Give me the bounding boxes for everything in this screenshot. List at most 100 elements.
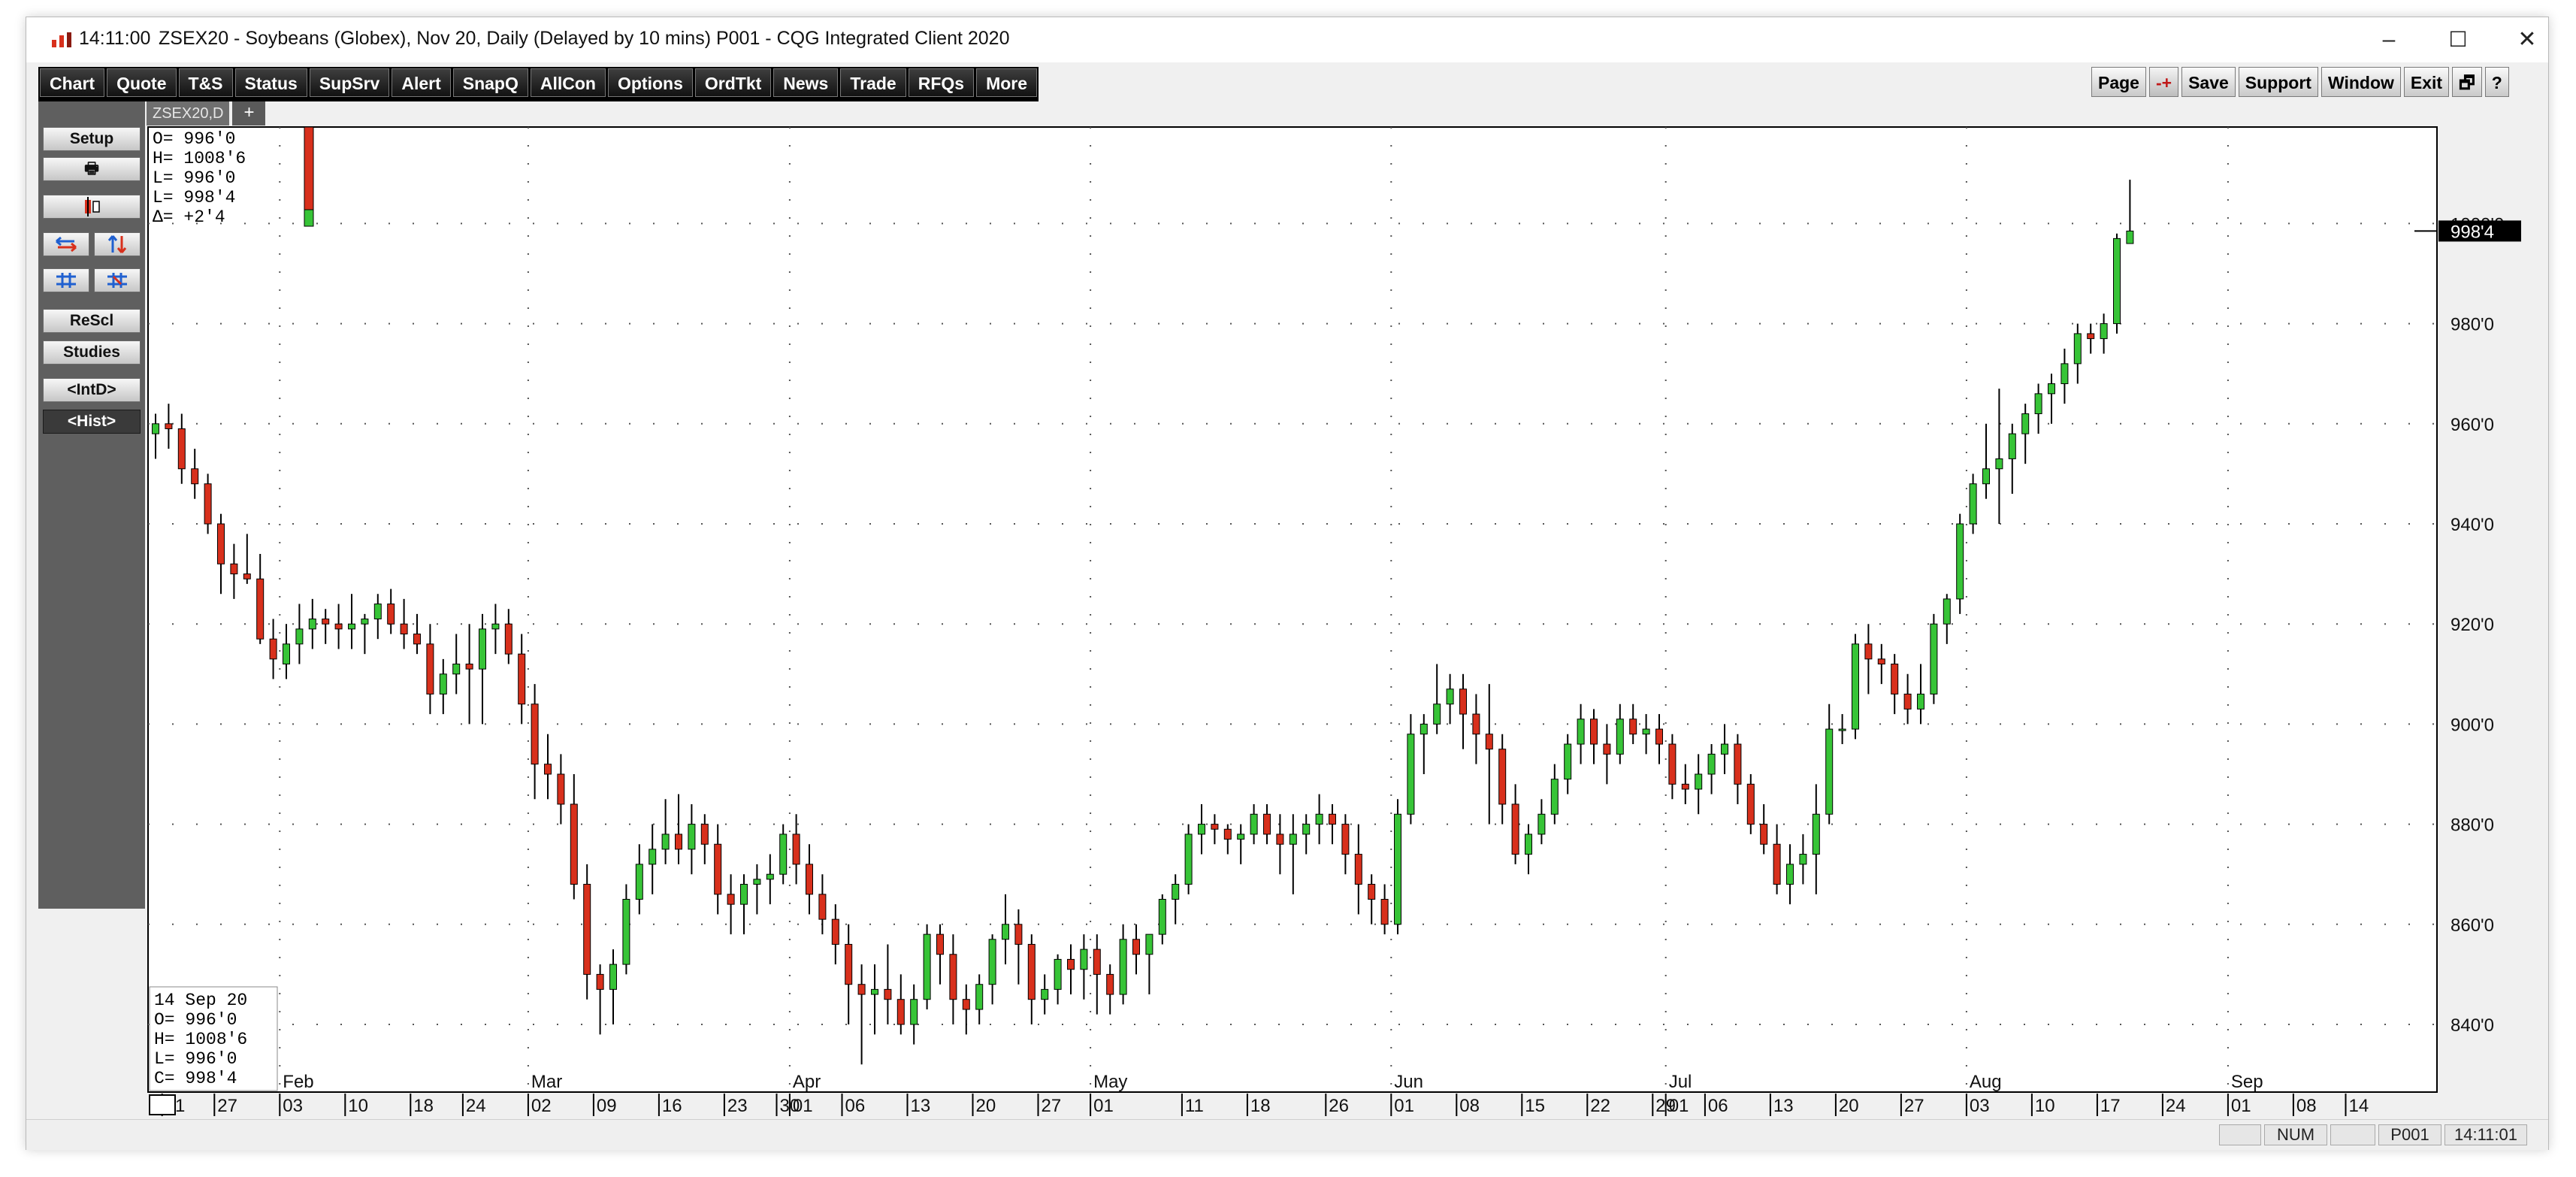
scroll-thumb[interactable] — [149, 1094, 176, 1115]
print-icon[interactable]: 🖶 — [43, 157, 141, 181]
candle-body — [1433, 703, 1441, 725]
add-tab-button[interactable]: + — [232, 101, 266, 126]
scroll-vertical-icon[interactable] — [94, 232, 141, 256]
status-empty-cell — [2219, 1124, 2261, 1145]
menu-trade-button[interactable]: Trade — [840, 68, 906, 97]
zoom-horizontal-icon[interactable] — [43, 268, 89, 292]
candle-body — [1472, 713, 1480, 735]
candle-body — [308, 619, 316, 630]
candle-body — [649, 849, 657, 865]
price-chart[interactable]: 840'0 860'0 880'0 900'0 920'0 940'0 960'0 980'0… — [147, 126, 2521, 1116]
candle-body — [413, 634, 421, 645]
x-month-label: Aug — [1970, 1072, 2002, 1092]
x-day-label: 27 — [217, 1096, 237, 1116]
menu-supsrv-button[interactable]: SupSrv — [309, 68, 390, 97]
window-button[interactable]: Window — [2321, 67, 2401, 97]
candle-body — [871, 988, 878, 995]
x-day-label: 27 — [1904, 1096, 1924, 1116]
x-month-label: Sep — [2231, 1072, 2263, 1092]
status-empty-cell-2 — [2330, 1124, 2375, 1145]
page-button[interactable]: Page — [2091, 67, 2146, 97]
status-bar: NUM P001 14:11:01 — [26, 1119, 2548, 1150]
candle-body — [1655, 728, 1663, 745]
setup-button[interactable]: Setup — [43, 127, 141, 151]
exit-button[interactable]: Exit — [2403, 67, 2450, 97]
menu-news-button[interactable]: News — [773, 68, 839, 97]
candle-body — [1158, 899, 1166, 935]
menu-rfqs-button[interactable]: RFQs — [908, 68, 975, 97]
x-day-label: 15 — [1525, 1096, 1545, 1116]
x-day-label: 06 — [1708, 1096, 1728, 1116]
x-day-label: 16 — [662, 1096, 682, 1116]
x-day-label: 08 — [2296, 1096, 2317, 1116]
cqg-logo-icon — [52, 32, 71, 47]
x-day-label: 01 — [1394, 1096, 1414, 1116]
close-button[interactable]: ✕ — [2505, 25, 2550, 55]
menu-alert-button[interactable]: Alert — [392, 68, 451, 97]
x-day-label: 13 — [1773, 1096, 1794, 1116]
cursor-close: C= 998'4 — [154, 1069, 237, 1088]
candle-body — [1459, 688, 1467, 715]
menu-options-button[interactable]: Options — [607, 68, 693, 97]
candle-body — [387, 604, 395, 625]
candle — [923, 924, 931, 1010]
candle-body — [1891, 663, 1899, 694]
historical-button[interactable]: <Hist> — [43, 410, 141, 434]
menu-more-button[interactable]: More — [976, 68, 1038, 97]
minus-plus-button[interactable]: -+ — [2148, 67, 2179, 97]
x-day-label: 09 — [597, 1096, 617, 1116]
support-button[interactable]: Support — [2238, 67, 2318, 97]
candle-body — [806, 864, 813, 895]
menu-ordtkt-button[interactable]: OrdTkt — [694, 68, 772, 97]
cursor-high: H= 1008'6 — [154, 1030, 247, 1049]
y-tick-label: 860'0 — [2451, 915, 2494, 936]
x-month-label: Feb — [283, 1072, 313, 1092]
zoom-vertical-icon[interactable] — [94, 268, 141, 292]
chart-tab[interactable]: ZSEX20,D — [147, 101, 230, 126]
menu-allcon-button[interactable]: AllCon — [530, 68, 606, 97]
chart-style-button[interactable] — [43, 195, 141, 219]
maximize-button[interactable]: ☐ — [2435, 25, 2481, 55]
candle-body — [1721, 743, 1728, 755]
status-time: 14:11:01 — [2444, 1124, 2527, 1145]
window-title: ZSEX20 - Soybeans (Globex), Nov 20, Dail… — [159, 28, 1010, 49]
studies-button[interactable]: Studies — [43, 340, 141, 365]
app-window: 14:11:00 ZSEX20 - Soybeans (Globex), Nov… — [26, 17, 2549, 1150]
rescale-button[interactable]: ReScl — [43, 309, 141, 333]
candle-body — [1786, 864, 1794, 885]
candle-body — [2087, 333, 2095, 340]
candle-body — [1995, 458, 2003, 470]
menu-ts-button[interactable]: T&S — [178, 68, 233, 97]
x-month-label: Mar — [531, 1072, 562, 1092]
candle-body — [1943, 598, 1951, 625]
last-price-label: 998'4 — [2451, 222, 2494, 242]
candle-body — [2008, 433, 2016, 459]
minimize-button[interactable]: – — [2366, 25, 2411, 55]
help-button[interactable]: ? — [2484, 67, 2509, 97]
menu-quote-button[interactable]: Quote — [107, 68, 177, 97]
candle-body — [675, 834, 682, 850]
save-button[interactable]: Save — [2181, 67, 2236, 97]
candle-body — [465, 663, 473, 670]
y-tick-label: 980'0 — [2451, 315, 2494, 335]
intraday-button[interactable]: <IntD> — [43, 378, 141, 402]
candle-body — [504, 623, 512, 655]
menu-status-button[interactable]: Status — [234, 68, 307, 97]
candle-body — [1956, 523, 1964, 600]
x-day-label: 02 — [531, 1096, 552, 1116]
candle-body — [1027, 943, 1036, 1000]
menu-snapq-button[interactable]: SnapQ — [452, 68, 528, 97]
restore-icon[interactable]: 🗗 — [2452, 67, 2482, 97]
menu-chart-button[interactable]: Chart — [40, 68, 105, 97]
candle-body — [1825, 728, 1834, 815]
candle-body — [2100, 323, 2108, 340]
candle-body — [1380, 899, 1389, 925]
x-day-label: 27 — [1042, 1096, 1062, 1116]
candle-body — [191, 468, 199, 485]
candle-body — [1707, 753, 1716, 775]
candle-body — [831, 918, 839, 945]
status-num: NUM — [2264, 1124, 2327, 1145]
scroll-left-icon[interactable] — [43, 232, 89, 256]
x-month-label: Jul — [1669, 1072, 1692, 1092]
candle-style-icon — [85, 197, 100, 216]
